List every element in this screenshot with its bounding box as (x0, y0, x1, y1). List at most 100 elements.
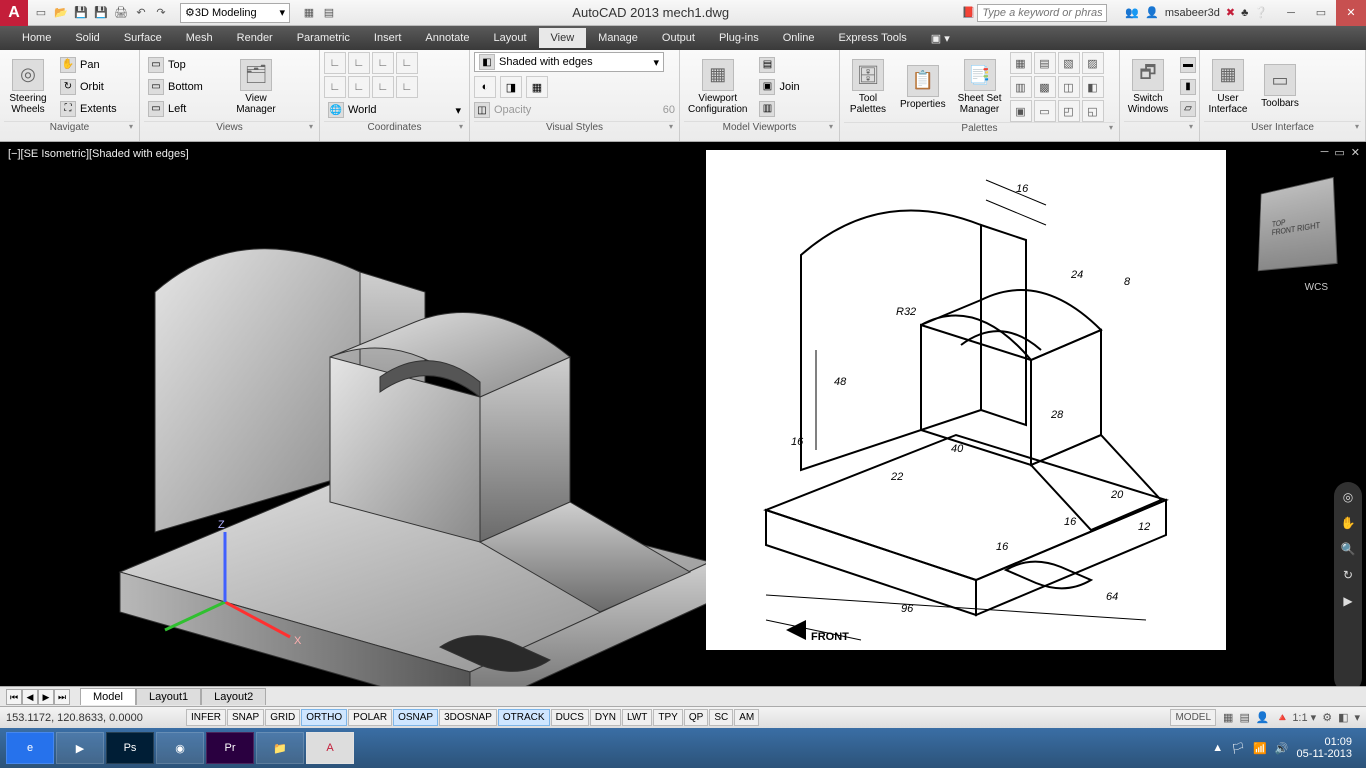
opacity-icon[interactable]: ◫ (474, 102, 490, 118)
vs-grid-2[interactable]: ◨ (500, 76, 522, 98)
pal-7[interactable]: ◫ (1058, 76, 1080, 98)
toolbars-button[interactable]: ▭Toolbars (1256, 62, 1304, 111)
status-toggle-otrack[interactable]: OTRACK (498, 709, 550, 726)
status-toggle-osnap[interactable]: OSNAP (393, 709, 438, 726)
menu-annotate[interactable]: Annotate (413, 28, 481, 48)
navigate-panel-label[interactable]: Navigate (4, 121, 135, 139)
pal-9[interactable]: ▣ (1010, 100, 1032, 122)
wcs-label[interactable]: WCS (1305, 282, 1328, 293)
close-button[interactable]: ✕ (1336, 0, 1366, 26)
menu-extra[interactable]: ▣ ▾ (919, 28, 962, 49)
status-grid-icon[interactable]: ▦ (1223, 711, 1233, 724)
status-toggle-polar[interactable]: POLAR (348, 709, 392, 726)
qat-open-icon[interactable]: 📂 (52, 4, 70, 22)
status-toggle-qp[interactable]: QP (684, 709, 708, 726)
win-tile-v[interactable]: ▮ (1176, 77, 1200, 97)
ucs-icon-8[interactable]: ∟ (396, 76, 418, 98)
ucs-icon-6[interactable]: ∟ (348, 76, 370, 98)
ucs-icon-4[interactable]: ∟ (396, 52, 418, 74)
model-space-toggle[interactable]: MODEL (1170, 709, 1216, 726)
taskbar-explorer[interactable]: 📁 (256, 732, 304, 764)
navbar-orbit-icon[interactable]: ↻ (1339, 568, 1357, 586)
restore-button[interactable]: ▭ (1306, 0, 1336, 26)
help-icon[interactable]: ❔ (1254, 6, 1268, 19)
pal-10[interactable]: ▭ (1034, 100, 1056, 122)
qat-plot-icon[interactable]: 🖨 (112, 4, 130, 22)
status-toggle-sc[interactable]: SC (709, 709, 733, 726)
vp-named-button[interactable]: ▤ (755, 55, 803, 75)
menu-parametric[interactable]: Parametric (285, 28, 362, 48)
menu-home[interactable]: Home (10, 28, 63, 48)
status-annoscale-icon[interactable]: 👤 (1256, 711, 1270, 724)
tool-palettes-button[interactable]: 🗄Tool Palettes (844, 57, 892, 117)
tray-volume-icon[interactable]: 🔊 (1275, 742, 1289, 755)
infocenter-icon[interactable]: 📕 (959, 4, 977, 22)
win-cascade[interactable]: ▱ (1176, 99, 1200, 119)
qat-save-icon[interactable]: 💾 (72, 4, 90, 22)
vp-restore-button[interactable]: ▥ (755, 99, 803, 119)
status-toggle-ducs[interactable]: DUCS (551, 709, 589, 726)
viewcube[interactable]: TOPFRONT RIGHT (1258, 177, 1338, 271)
menu-online[interactable]: Online (771, 28, 827, 48)
minimize-button[interactable]: ─ (1276, 0, 1306, 26)
exchange-icon[interactable]: ✖ (1226, 6, 1235, 19)
coords-panel-label[interactable]: Coordinates (324, 121, 465, 139)
menu-manage[interactable]: Manage (586, 28, 650, 48)
status-tools-icon[interactable]: ⚙ (1322, 711, 1332, 724)
navbar-fullnav-icon[interactable]: ◎ (1339, 490, 1357, 508)
status-toggle-lwt[interactable]: LWT (622, 709, 652, 726)
qat-new-icon[interactable]: ▭ (32, 4, 50, 22)
orbit-button[interactable]: ↻Orbit (56, 77, 121, 97)
status-layout-icon[interactable]: ▤ (1239, 711, 1249, 724)
status-toggle-infer[interactable]: INFER (186, 709, 226, 726)
ucs-icon-2[interactable]: ∟ (348, 52, 370, 74)
pal-12[interactable]: ◱ (1082, 100, 1104, 122)
vp-join-button[interactable]: ▣Join (755, 77, 803, 97)
qat-undo-icon[interactable]: ↶ (132, 4, 150, 22)
menu-express-tools[interactable]: Express Tools (827, 28, 919, 48)
drawing-area[interactable]: [−][SE Isometric][Shaded with edges] ─ ▭… (0, 142, 1366, 686)
viewports-panel-label[interactable]: Model Viewports (684, 121, 835, 139)
menu-output[interactable]: Output (650, 28, 707, 48)
pal-11[interactable]: ◰ (1058, 100, 1080, 122)
pal-8[interactable]: ◧ (1082, 76, 1104, 98)
pal-1[interactable]: ▦ (1010, 52, 1032, 74)
app-logo[interactable] (0, 0, 28, 26)
vp-close-icon[interactable]: ✕ (1351, 146, 1360, 159)
taskbar-premiere[interactable]: Pr (206, 732, 254, 764)
qat-extra1-icon[interactable]: ▦ (300, 4, 318, 22)
pan-button[interactable]: ✋Pan (56, 55, 121, 75)
view-bottom-button[interactable]: ▭Bottom (144, 77, 228, 97)
signin-icon[interactable]: 👥 (1125, 6, 1139, 19)
taskbar-wmp[interactable]: ▶ (56, 732, 104, 764)
navbar-pan-icon[interactable]: ✋ (1339, 516, 1357, 534)
win-tile-h[interactable]: ▬ (1176, 55, 1200, 75)
viewport-config-button[interactable]: ▦ Viewport Configuration (684, 57, 751, 117)
status-iso-icon[interactable]: ◧ (1338, 711, 1348, 724)
taskbar-photoshop[interactable]: Ps (106, 732, 154, 764)
menu-insert[interactable]: Insert (362, 28, 414, 48)
vp-maximize-icon[interactable]: ▭ (1334, 146, 1344, 159)
qat-extra2-icon[interactable]: ▤ (320, 4, 338, 22)
qat-redo-icon[interactable]: ↷ (152, 4, 170, 22)
taskbar-chrome[interactable]: ◉ (156, 732, 204, 764)
status-scale[interactable]: 🔺 1:1 ▾ (1276, 711, 1317, 724)
sheet-set-button[interactable]: 📑Sheet Set Manager (954, 57, 1006, 117)
status-toggle-grid[interactable]: GRID (265, 709, 300, 726)
status-customize-icon[interactable]: ▾ (1354, 711, 1360, 724)
layout-tab-layout2[interactable]: Layout2 (201, 688, 266, 705)
ucs-world-button[interactable]: 🌐World▾ (324, 100, 465, 120)
ucs-icon-7[interactable]: ∟ (372, 76, 394, 98)
status-toggle-am[interactable]: AM (734, 709, 759, 726)
layout-tab-layout1[interactable]: Layout1 (136, 688, 201, 705)
menu-surface[interactable]: Surface (112, 28, 174, 48)
status-toggle-snap[interactable]: SNAP (227, 709, 264, 726)
menu-view[interactable]: View (539, 28, 587, 48)
extents-button[interactable]: ⛶Extents (56, 99, 121, 119)
menu-render[interactable]: Render (225, 28, 285, 48)
palettes-panel-label[interactable]: Palettes (844, 122, 1115, 139)
menu-mesh[interactable]: Mesh (174, 28, 225, 48)
qat-saveas-icon[interactable]: 💾 (92, 4, 110, 22)
navbar-zoom-icon[interactable]: 🔍 (1339, 542, 1357, 560)
coordinate-display[interactable]: 153.1172, 120.8633, 0.0000 (6, 712, 186, 724)
